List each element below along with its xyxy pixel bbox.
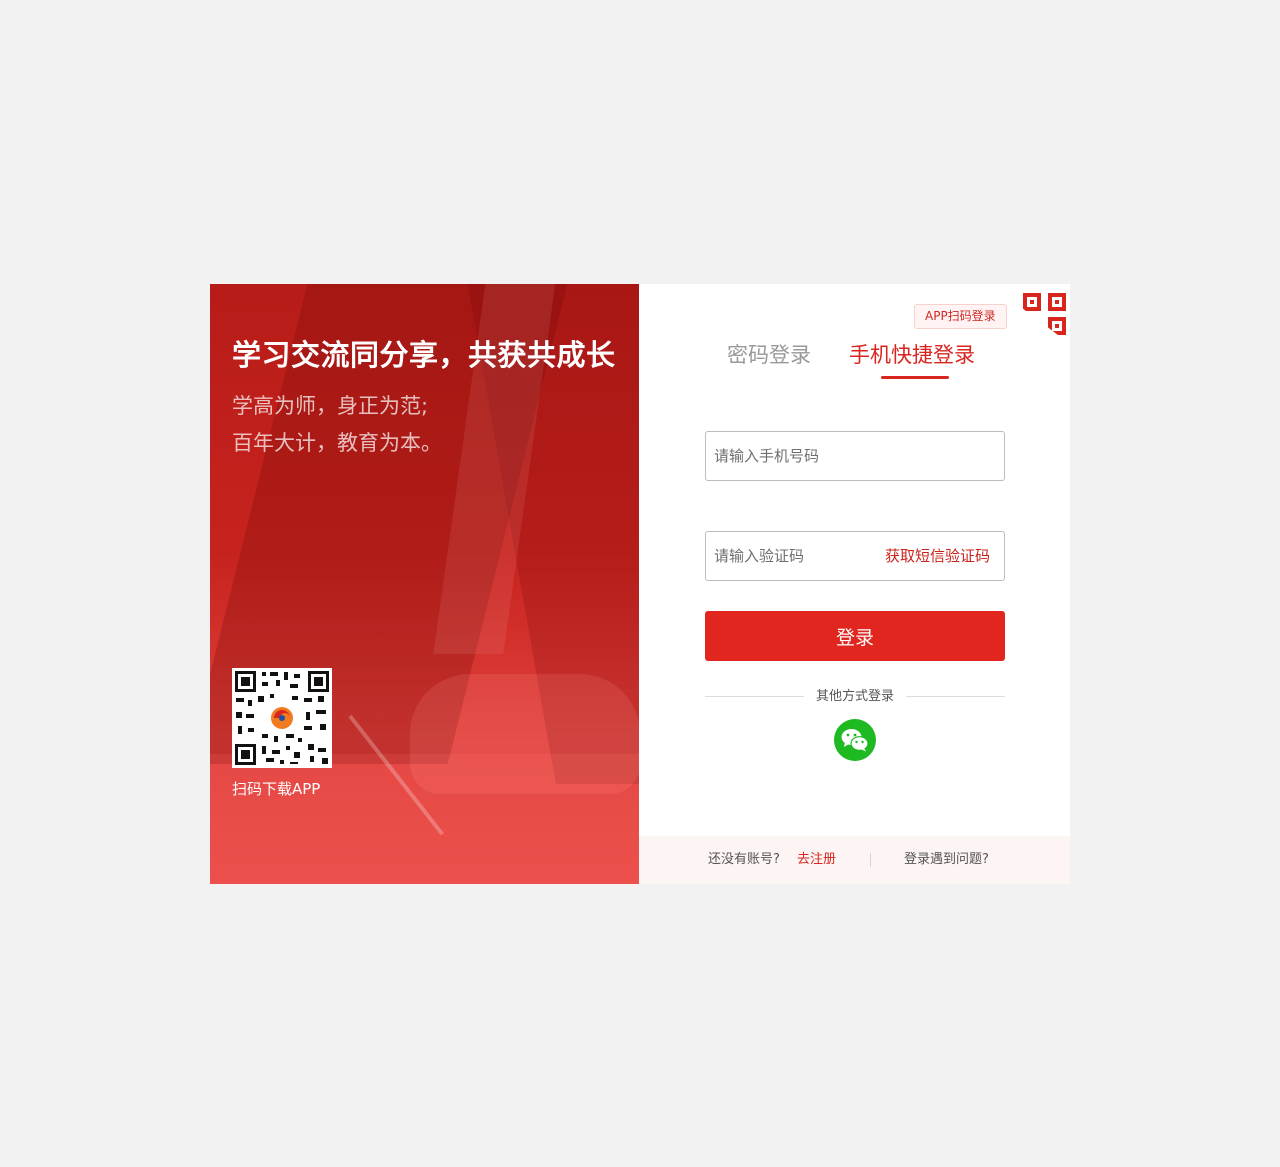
other-login-methods: 其他方式登录 <box>705 687 1005 707</box>
sms-code-input[interactable] <box>706 532 866 580</box>
wechat-icon <box>841 729 869 752</box>
active-tab-indicator <box>881 376 949 379</box>
sms-code-field: 获取短信验证码 <box>705 531 1005 581</box>
register-link[interactable]: 去注册 <box>797 836 836 884</box>
login-button[interactable]: 登录 <box>705 611 1005 661</box>
qr-code-image <box>232 668 332 768</box>
login-footer: 还没有账号? 去注册 登录遇到问题? <box>639 836 1070 884</box>
other-methods-label: 其他方式登录 <box>815 689 894 704</box>
phone-field <box>705 431 1005 481</box>
wechat-login-button[interactable] <box>834 719 876 761</box>
promo-slogan: 学习交流同分享，共获共成长 <box>232 338 616 372</box>
login-tabs: 密码登录 手机快捷登录 <box>639 339 1070 379</box>
motto-line: 百年大计，教育为本。 <box>232 431 442 455</box>
login-problem-link[interactable]: 登录遇到问题? <box>904 836 989 884</box>
app-download-qr-code <box>232 668 332 768</box>
background-photo-shape <box>410 674 639 794</box>
promo-panel: 学习交流同分享，共获共成长 学高为师，身正为范; 百年大计，教育为本。 扫码下载… <box>210 284 639 884</box>
qr-caption: 扫码下载APP <box>232 780 321 798</box>
phone-input[interactable] <box>706 432 1004 480</box>
no-account-text: 还没有账号? <box>708 852 780 867</box>
get-sms-code-button[interactable]: 获取短信验证码 <box>885 532 990 580</box>
tab-password-login[interactable]: 密码登录 <box>727 339 811 369</box>
app-scan-login-badge[interactable]: APP扫码登录 <box>914 304 1007 329</box>
login-card: 学习交流同分享，共获共成长 学高为师，身正为范; 百年大计，教育为本。 扫码下载… <box>210 284 1070 884</box>
promo-motto: 学高为师，身正为范; 百年大计，教育为本。 <box>232 388 442 462</box>
divider-line <box>906 696 1005 697</box>
footer-divider <box>870 853 871 867</box>
motto-line: 学高为师，身正为范; <box>232 394 429 418</box>
tab-mobile-login[interactable]: 手机快捷登录 <box>849 339 975 369</box>
login-panel: APP扫码登录 密码登录 手机快捷登录 获取短信验证码 登录 其他方式登录 <box>639 284 1070 884</box>
